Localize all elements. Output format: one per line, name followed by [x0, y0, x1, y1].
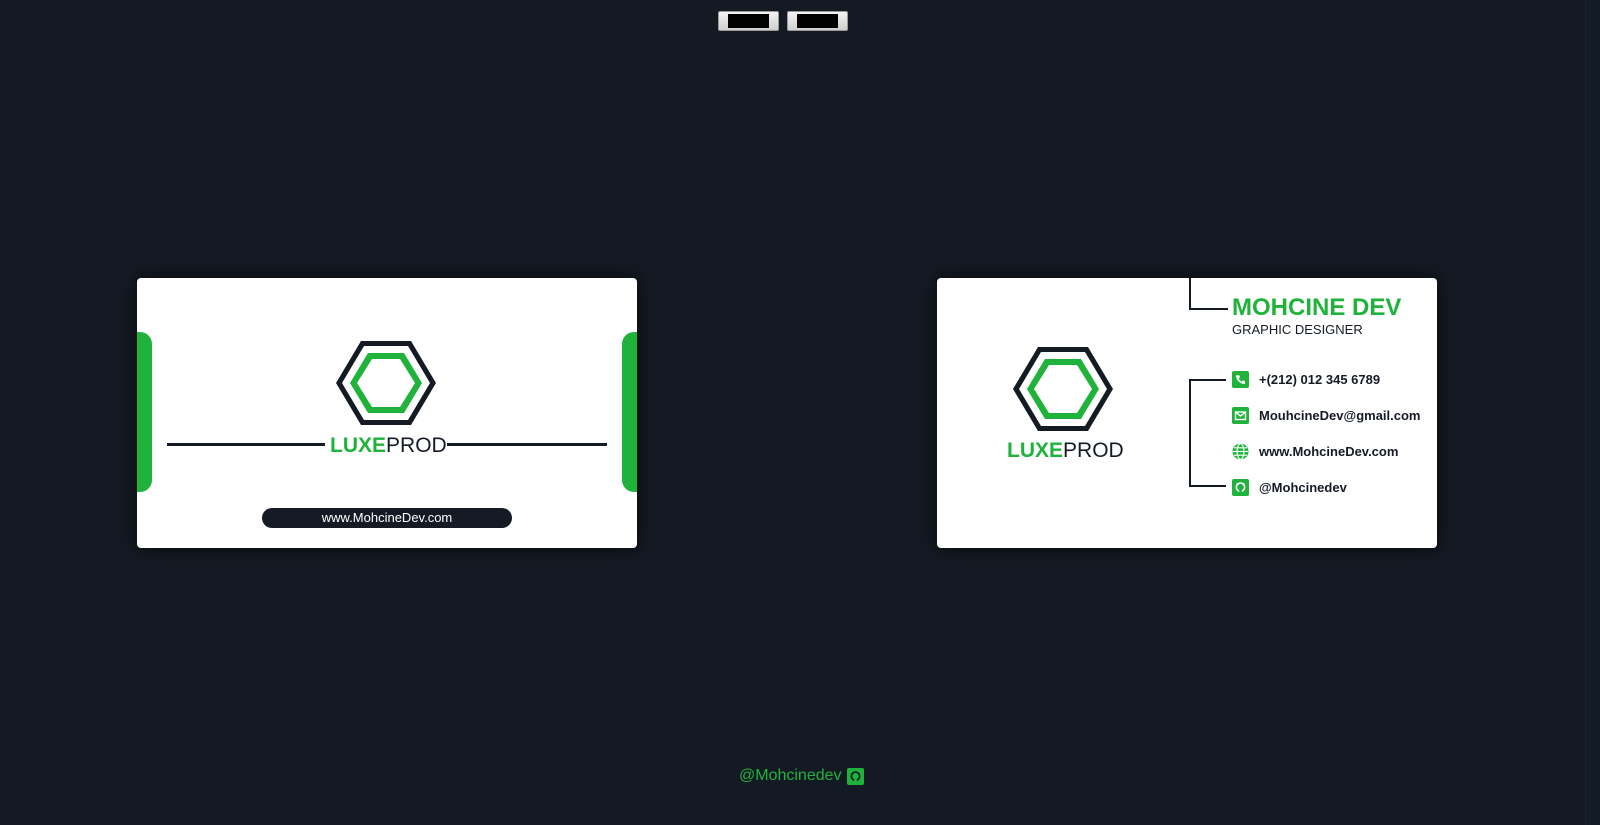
divider-line-left — [167, 443, 325, 446]
green-accent-tab-right — [622, 332, 637, 492]
globe-icon — [1232, 443, 1249, 460]
business-card-front: LUXEPROD www.MohcineDev.com — [137, 278, 637, 548]
job-title: GRAPHIC DESIGNER — [1232, 322, 1363, 337]
scrollbar[interactable] — [1583, 0, 1600, 825]
brand-wordmark: LUXEPROD — [330, 435, 447, 456]
brand-prod: PROD — [1063, 439, 1124, 462]
green-accent-tab-left — [137, 332, 152, 492]
brand-luxe: LUXE — [330, 434, 387, 457]
phone-text: +(212) 012 345 6789 — [1259, 372, 1381, 387]
scrollbar-thumb[interactable] — [1585, 0, 1598, 825]
github-icon — [846, 767, 864, 785]
name-bracket-line — [1189, 278, 1228, 310]
footer-handle: @Mohcinedev — [739, 767, 842, 784]
footer-github-link[interactable]: @Mohcinedev — [739, 767, 864, 785]
divider-line-right — [447, 443, 607, 446]
person-name: MOHCINE DEV — [1232, 294, 1402, 321]
brand-luxe: LUXE — [1007, 439, 1064, 462]
front-toggle-button[interactable] — [718, 11, 779, 31]
card-controls — [718, 11, 848, 31]
hexagon-logo-icon — [1013, 347, 1113, 431]
github-link[interactable]: @Mohcinedev — [1259, 480, 1347, 495]
github-icon — [1232, 479, 1249, 496]
business-card-back: LUXEPROD MOHCINE DEV GRAPHIC DESIGNER +(… — [937, 278, 1437, 548]
contact-phone: +(212) 012 345 6789 — [1232, 371, 1380, 388]
brand-wordmark: LUXEPROD — [1007, 440, 1124, 461]
email-link[interactable]: MouhcineDev@gmail.com — [1259, 408, 1420, 423]
contact-website: www.MohcineDev.com — [1232, 443, 1398, 460]
page: LUXEPROD www.MohcineDev.com LUXEPROD MOH… — [0, 0, 1600, 825]
contact-email: MouhcineDev@gmail.com — [1232, 407, 1420, 424]
website-pill: www.MohcineDev.com — [262, 508, 512, 528]
brand-prod: PROD — [386, 434, 447, 457]
mail-icon — [1232, 407, 1249, 424]
hexagon-logo-icon — [336, 341, 436, 425]
back-toggle-button[interactable] — [787, 11, 848, 31]
phone-icon — [1232, 371, 1249, 388]
contact-bracket-line — [1189, 379, 1226, 487]
contact-github: @Mohcinedev — [1232, 479, 1347, 496]
website-link[interactable]: www.MohcineDev.com — [1259, 444, 1398, 459]
